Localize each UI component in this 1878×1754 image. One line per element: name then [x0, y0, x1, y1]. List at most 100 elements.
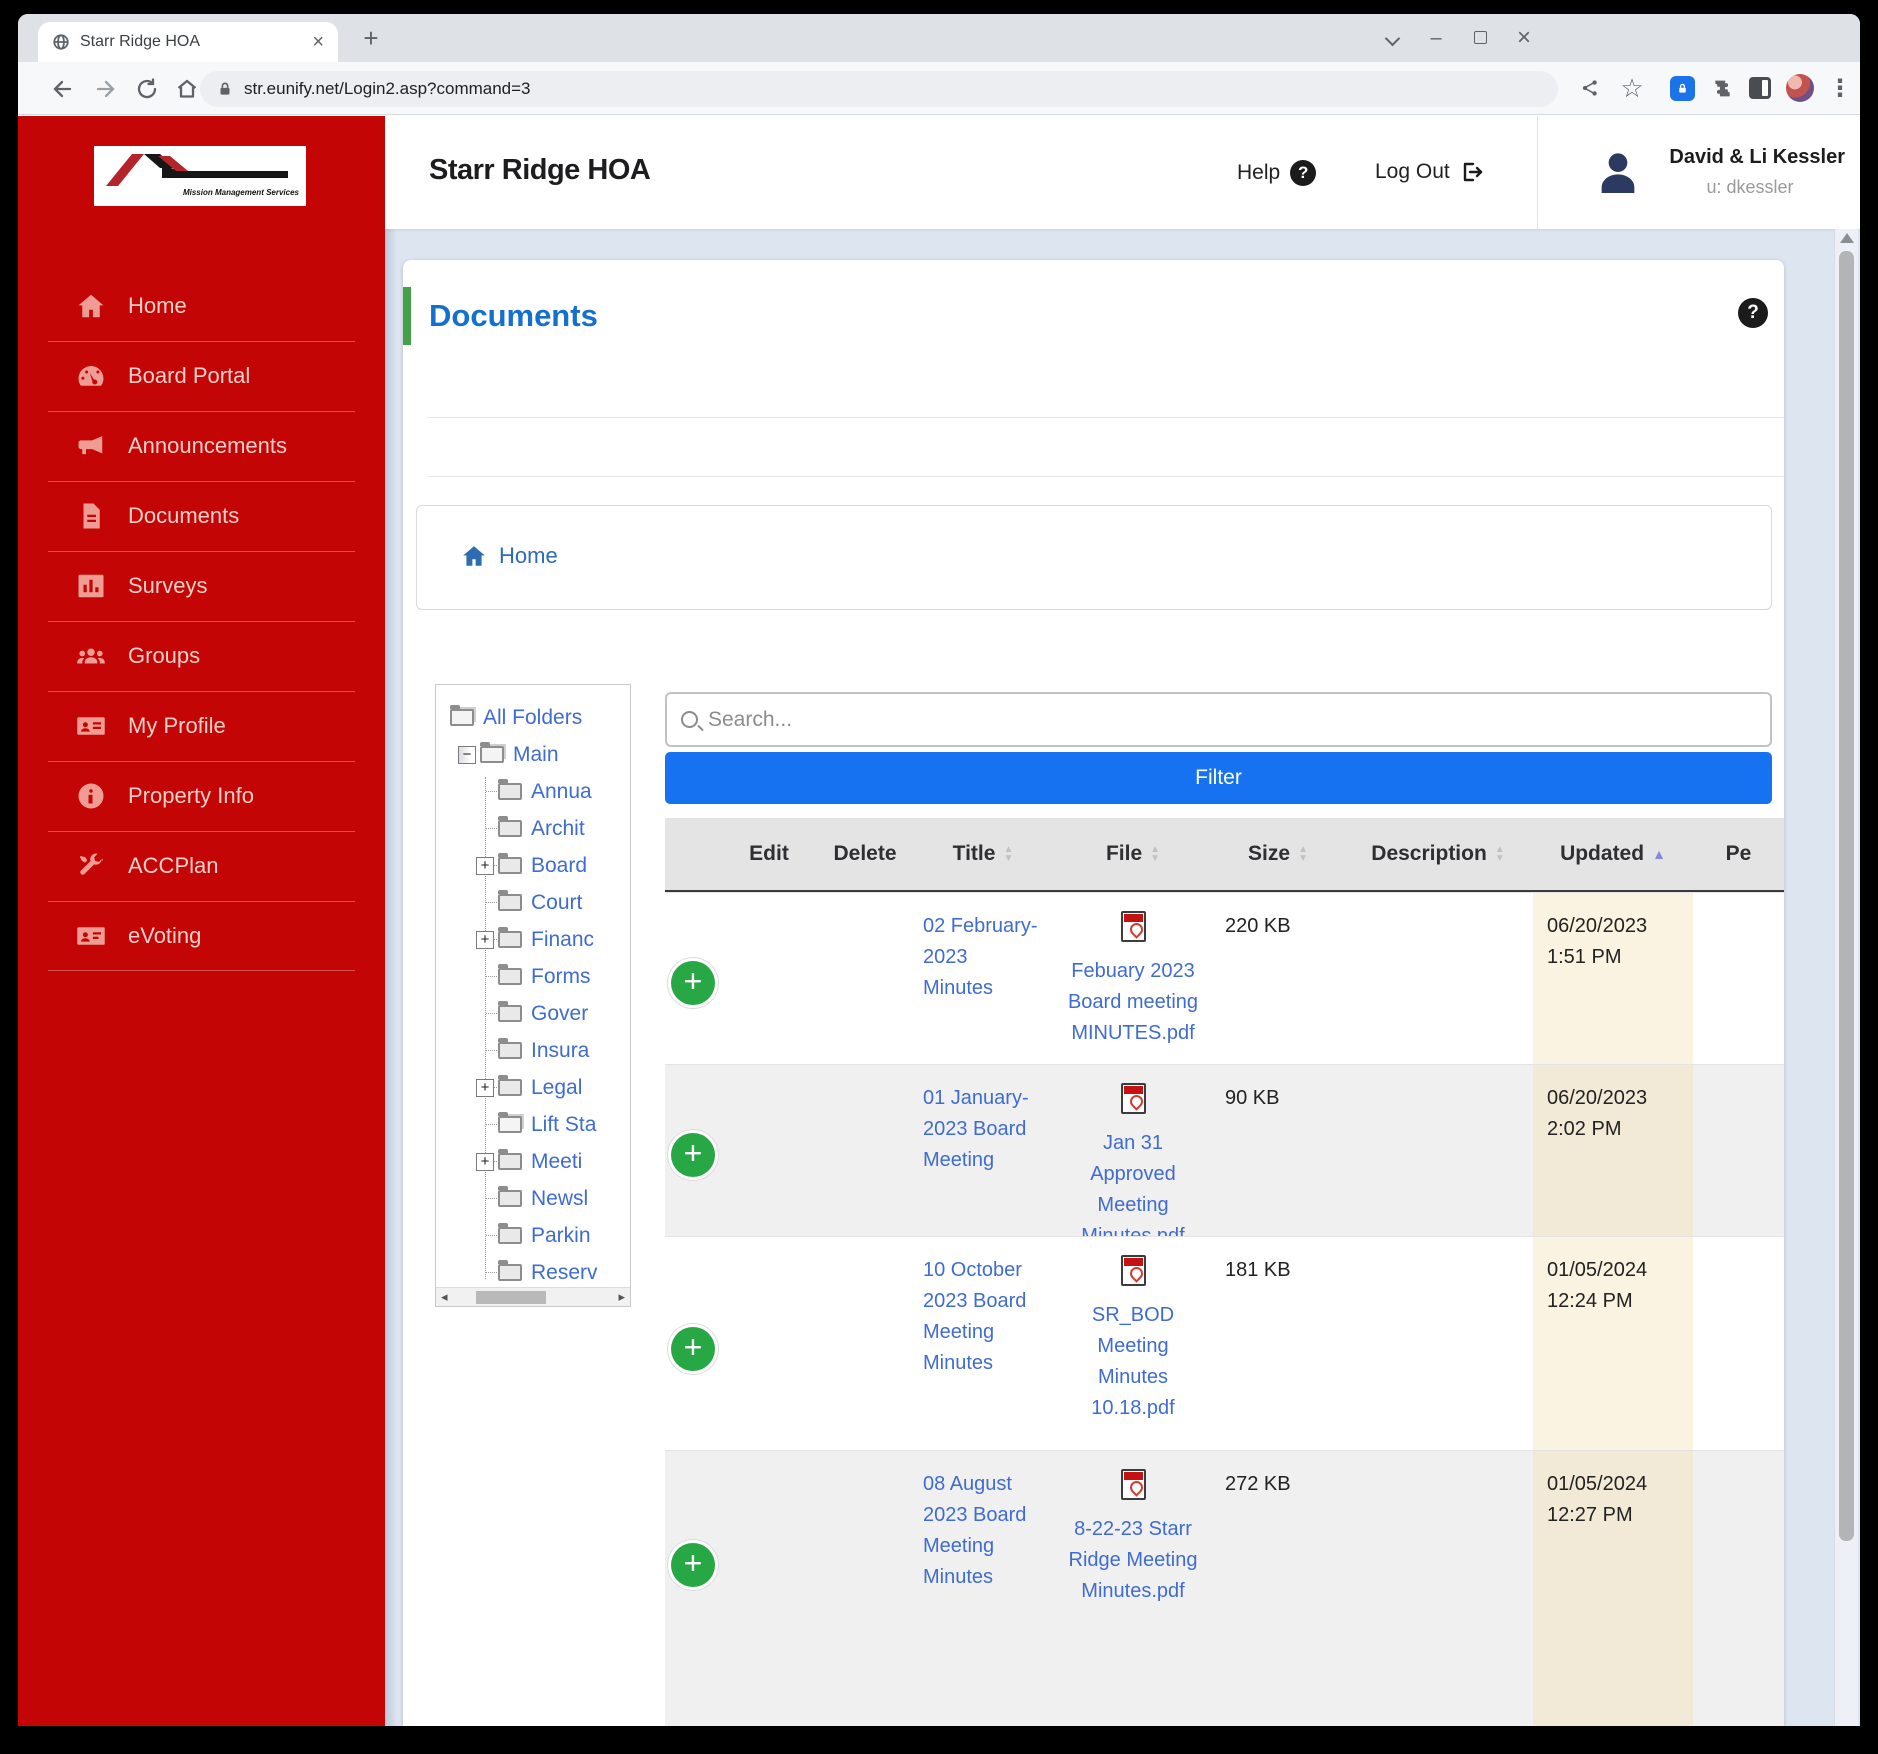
- collapse-minus-icon[interactable]: −: [458, 745, 476, 764]
- tree-item-main[interactable]: − Main: [436, 736, 630, 773]
- expand-row-button[interactable]: +: [671, 1133, 715, 1177]
- window-close-icon[interactable]: ×: [1502, 24, 1546, 52]
- company-logo[interactable]: Mission Management Services: [94, 146, 306, 206]
- table-row: + 02 February-2023 Minutes Febuary 2023 …: [665, 892, 1784, 1064]
- tree-item-board[interactable]: + Board: [436, 847, 630, 884]
- document-title-link[interactable]: 08 August 2023 Board Meeting Minutes: [913, 1451, 1053, 1726]
- user-info[interactable]: David & Li Kessler u: dkessler: [1655, 146, 1845, 198]
- bar-chart-icon: [76, 571, 106, 601]
- expand-plus-icon[interactable]: +: [476, 1078, 494, 1097]
- column-header-updated[interactable]: Updated ▲: [1533, 818, 1693, 890]
- browser-menu-dots-icon[interactable]: ⋮: [1824, 72, 1856, 104]
- share-icon[interactable]: [1574, 72, 1606, 104]
- sidebar-item-announcements[interactable]: Announcements: [18, 411, 385, 481]
- bookmark-star-icon[interactable]: ☆: [1616, 72, 1648, 104]
- tree-item-insurance[interactable]: Insura: [436, 1032, 630, 1069]
- help-link[interactable]: Help ?: [1237, 160, 1317, 186]
- scrollbar-up-arrow-icon[interactable]: [1840, 233, 1854, 243]
- tree-item-architectural[interactable]: Archit: [436, 810, 630, 847]
- logout-label: Log Out: [1375, 160, 1450, 183]
- sidebar-item-property-info[interactable]: Property Info: [18, 761, 385, 831]
- tree-item-forms[interactable]: Forms: [436, 958, 630, 995]
- tab-close-icon[interactable]: ×: [312, 32, 324, 52]
- password-extension-icon[interactable]: [1666, 72, 1698, 104]
- tree-item-parking[interactable]: Parkin: [436, 1217, 630, 1254]
- sidebar-item-surveys[interactable]: Surveys: [18, 551, 385, 621]
- side-panel-icon[interactable]: [1744, 72, 1776, 104]
- reload-icon[interactable]: [130, 72, 164, 106]
- forward-icon[interactable]: [88, 72, 122, 106]
- card-help-icon[interactable]: ?: [1738, 298, 1768, 328]
- document-file-link[interactable]: Jan 31 Approved Meeting Minutes.pdf: [1053, 1065, 1213, 1236]
- sidebar-item-home[interactable]: Home: [18, 271, 385, 341]
- tree-label: Financ: [531, 927, 595, 951]
- tree-item-financial[interactable]: + Financ: [436, 921, 630, 958]
- expand-plus-icon[interactable]: +: [476, 930, 494, 949]
- column-header-edit[interactable]: Edit: [721, 818, 817, 890]
- page-scrollbar[interactable]: [1834, 229, 1858, 1726]
- sidebar-item-documents[interactable]: Documents: [18, 481, 385, 551]
- window-menu-chevron-icon[interactable]: [1370, 27, 1414, 50]
- sidebar-item-label: eVoting: [128, 923, 202, 948]
- updated-cell: 01/05/2024 12:24 PM: [1533, 1237, 1693, 1450]
- window-minimize-icon[interactable]: –: [1414, 27, 1458, 50]
- folder-icon: [498, 1149, 522, 1170]
- expand-row-button[interactable]: +: [671, 961, 715, 1005]
- column-header-file[interactable]: File ▲ ▼: [1053, 818, 1213, 890]
- info-circle-icon: [76, 781, 106, 811]
- tree-item-newsletter[interactable]: Newsl: [436, 1180, 630, 1217]
- sidebar-item-groups[interactable]: Groups: [18, 621, 385, 691]
- filter-button[interactable]: Filter: [665, 752, 1772, 804]
- tree-item-governing[interactable]: Gover: [436, 995, 630, 1032]
- back-icon[interactable]: [46, 72, 80, 106]
- document-title-link[interactable]: 10 October 2023 Board Meeting Minutes: [913, 1237, 1053, 1450]
- column-header-delete[interactable]: Delete: [817, 818, 913, 890]
- column-header-title[interactable]: Title ▲ ▼: [913, 818, 1053, 890]
- column-header-size[interactable]: Size ▲ ▼: [1213, 818, 1343, 890]
- tree-item-legal[interactable]: + Legal: [436, 1069, 630, 1106]
- scrollbar-thumb[interactable]: [1839, 251, 1854, 1541]
- tree-item-annual[interactable]: Annua: [436, 773, 630, 810]
- document-file-link[interactable]: 8-22-23 Starr Ridge Meeting Minutes.pdf: [1053, 1451, 1213, 1726]
- tree-item-court[interactable]: Court: [436, 884, 630, 921]
- document-title-link[interactable]: 01 January-2023 Board Meeting: [913, 1065, 1053, 1236]
- user-avatar-icon[interactable]: [1590, 144, 1646, 200]
- search-input[interactable]: Search...: [665, 692, 1772, 747]
- logout-link[interactable]: Log Out: [1375, 160, 1484, 184]
- url-bar[interactable]: str.eunify.net/Login2.asp?command=3: [200, 71, 1558, 107]
- expand-plus-icon[interactable]: +: [476, 856, 494, 875]
- column-header-description[interactable]: Description ▲ ▼: [1343, 818, 1533, 890]
- document-file-link[interactable]: Febuary 2023 Board meeting MINUTES.pdf: [1053, 893, 1213, 1064]
- profile-avatar-icon[interactable]: [1784, 72, 1816, 104]
- scroll-left-arrow-icon[interactable]: ◂: [441, 1289, 448, 1305]
- tree-item-lift-station[interactable]: Lift Sta: [436, 1106, 630, 1143]
- browser-tab[interactable]: Starr Ridge HOA ×: [38, 22, 338, 62]
- expand-row-button[interactable]: +: [671, 1543, 715, 1587]
- tree-item-all-folders[interactable]: All Folders: [436, 699, 630, 736]
- sidebar-item-my-profile[interactable]: My Profile: [18, 691, 385, 761]
- tree-horizontal-scrollbar[interactable]: ◂ ▸: [436, 1287, 630, 1306]
- document-file-link[interactable]: SR_BOD Meeting Minutes 10.18.pdf: [1053, 1237, 1213, 1450]
- new-tab-button[interactable]: +: [358, 25, 384, 52]
- extensions-puzzle-icon[interactable]: [1706, 72, 1738, 104]
- document-title-link[interactable]: 02 February-2023 Minutes: [913, 893, 1053, 1064]
- scroll-right-arrow-icon[interactable]: ▸: [618, 1289, 625, 1305]
- sidebar-item-board-portal[interactable]: Board Portal: [18, 341, 385, 411]
- window-maximize-icon[interactable]: [1458, 27, 1502, 50]
- column-header-permissions[interactable]: Pe: [1693, 818, 1784, 890]
- sidebar-item-label: ACCPlan: [128, 853, 219, 878]
- folder-icon: [498, 890, 522, 911]
- tree-item-meetings[interactable]: + Meeti: [436, 1143, 630, 1180]
- screenshot-stage: Starr Ridge HOA × + – × str.eunify.net/L…: [0, 0, 1878, 1754]
- breadcrumb-home-link[interactable]: Home: [461, 543, 558, 569]
- tree-scrollbar-thumb[interactable]: [476, 1291, 546, 1304]
- expand-plus-icon[interactable]: +: [476, 1152, 494, 1171]
- home-nav-icon[interactable]: [170, 72, 204, 106]
- users-icon: [76, 641, 106, 671]
- expand-row-button[interactable]: +: [671, 1327, 715, 1371]
- sidebar-item-accplan[interactable]: ACCPlan: [18, 831, 385, 901]
- folder-icon: [498, 816, 522, 837]
- tree-item-reserve[interactable]: Reserv: [436, 1254, 630, 1291]
- sidebar-item-evoting[interactable]: eVoting: [18, 901, 385, 971]
- tree-label: Annua: [531, 779, 592, 803]
